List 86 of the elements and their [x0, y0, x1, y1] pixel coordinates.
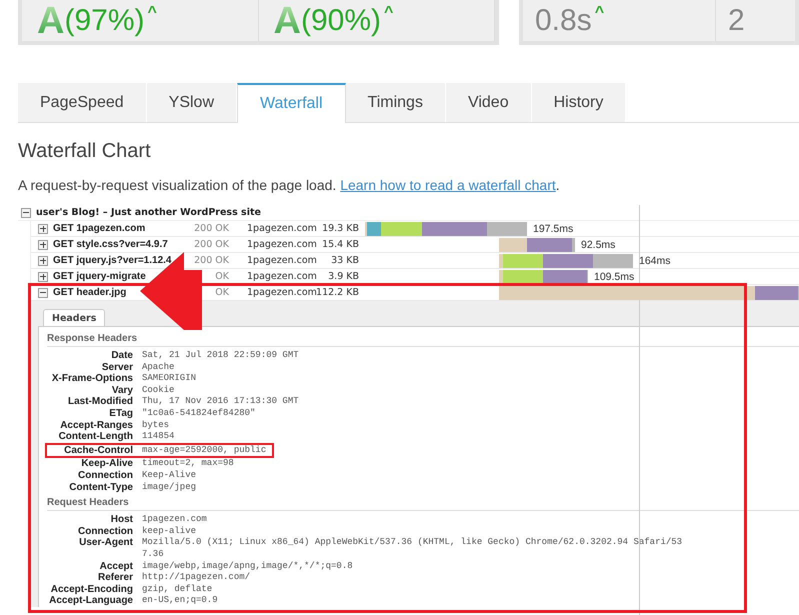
size-text: 19.3 KB [321, 223, 359, 234]
domain-text: 1pagezen.com [247, 271, 315, 282]
request-name: GET jquery.js?ver=1.12.4 [53, 255, 172, 266]
header-value: image/jpeg [142, 482, 196, 494]
tab[interactable]: YSlow [146, 83, 237, 122]
size-text: 3.9 KB [327, 271, 359, 282]
duration-text: 92.5ms [581, 238, 616, 250]
section-title: Waterfall Chart [18, 140, 152, 163]
duration-text: 197.5ms [533, 222, 574, 234]
header-name: Server [100, 362, 133, 374]
trend-caret: ^ [384, 4, 394, 22]
tab[interactable]: PageSpeed [18, 83, 147, 122]
header-value: 114854 [142, 431, 174, 443]
tab[interactable]: Headers [43, 309, 106, 326]
header-value: gzip, deflate [142, 584, 212, 596]
header-value: en-US,en;q=0.9 [142, 595, 218, 607]
header-name: Accept-Ranges [59, 420, 133, 432]
trend-caret: ^ [147, 4, 157, 22]
expand-icon[interactable] [38, 256, 48, 266]
size-text: 15.4 KB [321, 239, 359, 250]
request-name: GET 1pagezen.com [53, 223, 146, 234]
header-value: Sat, 21 Jul 2018 22:59:09 GMT [142, 350, 299, 362]
header-name: Keep-Alive [80, 458, 133, 470]
header-value: keep-alive [142, 526, 196, 538]
request-name: GET jquery-migrate [53, 271, 147, 282]
help-link[interactable]: Learn how to read a waterfall chart [340, 177, 556, 193]
header-name: Content-Type [68, 482, 133, 494]
header-name: Accept [98, 560, 133, 572]
header-name: Last-Modified [67, 396, 133, 408]
header-name: Vary [110, 384, 133, 396]
page-title: user's Blog! – Just another WordPress site [36, 207, 261, 218]
header-value: 1pagezen.com [142, 514, 207, 526]
section-heading: Response Headers [47, 331, 799, 347]
tab[interactable]: History [532, 83, 626, 122]
collapse-icon[interactable] [38, 288, 48, 298]
tab[interactable]: Timings [346, 83, 446, 122]
duration-text: 109.5ms [594, 270, 634, 282]
domain-text: 1pagezen.com [247, 239, 315, 250]
header-value: max-age=2592000, public [142, 444, 266, 456]
status-text: 200 OK [193, 255, 229, 266]
header-value: Keep-Alive [142, 470, 196, 482]
size-text: 112.2 KB [316, 287, 359, 298]
grade-percent: (90%) [300, 2, 381, 38]
request-name: GET style.css?ver=4.9.7 [53, 239, 169, 250]
header-value: Cookie [142, 384, 174, 396]
grade-percent: (97%) [64, 2, 144, 38]
expand-icon[interactable] [38, 240, 48, 250]
collapse-icon[interactable] [21, 208, 31, 218]
header-name: ETag [108, 408, 133, 420]
header-name: Date [110, 350, 133, 362]
description-text: A request-by-request visualization of the page load. Learn how to read a waterfall chart. [18, 177, 561, 193]
header-value: timeout=2, max=98 [142, 458, 234, 470]
domain-text: 1pagezen.com [247, 287, 315, 298]
header-name: Connection [77, 526, 133, 538]
header-name: User-Agent [78, 537, 133, 549]
metric-value: 0.8s [535, 2, 592, 38]
header-name: Content-Length [58, 431, 133, 443]
header-value: "1c0a6-541824ef84280" [142, 408, 256, 420]
status-text: 200 OK [193, 239, 229, 250]
header-value: bytes [142, 420, 170, 432]
expand-icon[interactable] [38, 272, 48, 282]
domain-text: 1pagezen.com [247, 223, 315, 234]
section-heading: Request Headers [47, 495, 799, 512]
header-name: Host [110, 514, 133, 526]
tab[interactable]: Video [446, 83, 532, 122]
header-value: SAMEORIGIN [142, 373, 196, 385]
status-text: 200 OK [193, 223, 229, 234]
size-text: 33 KB [330, 255, 359, 266]
header-name: Cache-Control [63, 444, 133, 456]
header-value: http://1pagezen.com/ [142, 572, 250, 584]
header-name: Accept-Encoding [50, 584, 133, 596]
domain-text: 1pagezen.com [247, 255, 315, 266]
trend-caret: ^ [594, 4, 604, 22]
header-value: image/webp,image/apng,image/*,*/*;q=0.8 [142, 560, 353, 572]
duration-text: 164ms [639, 254, 671, 266]
status-text: OK [214, 271, 229, 282]
metric-value: 2 [728, 2, 745, 38]
status-text: OK [214, 287, 229, 298]
header-name: Connection [77, 470, 133, 482]
header-name: X-Frame-Options [50, 373, 133, 385]
header-value: Thu, 17 Nov 2016 17:13:30 GMT [142, 396, 299, 408]
header-name: Referer [96, 572, 133, 584]
header-value: Apache [142, 362, 174, 374]
request-name: GET header.jpg [53, 287, 128, 298]
expand-icon[interactable] [38, 224, 48, 234]
header-name: Accept-Language [48, 595, 133, 607]
